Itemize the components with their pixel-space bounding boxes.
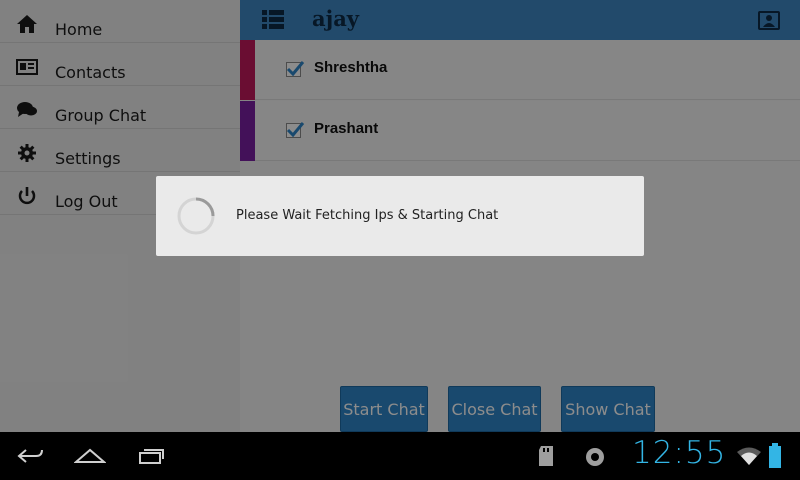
sd-card-icon — [539, 446, 553, 466]
home-nav-icon[interactable] — [74, 444, 106, 468]
app-screen: ajay Shreshtha Prashant Start Chat Close… — [0, 0, 800, 432]
media-notification-icon — [586, 448, 604, 466]
wifi-icon — [737, 447, 761, 465]
status-clock: 12:55 — [632, 435, 727, 471]
battery-icon — [769, 443, 781, 468]
system-navigation-bar: 12:55 — [0, 432, 800, 480]
back-icon[interactable] — [16, 444, 46, 468]
progress-dialog: Please Wait Fetching Ips & Starting Chat — [156, 176, 644, 256]
recent-apps-icon[interactable] — [136, 444, 166, 468]
loading-spinner-icon — [177, 197, 215, 235]
progress-message: Please Wait Fetching Ips & Starting Chat — [236, 208, 499, 223]
